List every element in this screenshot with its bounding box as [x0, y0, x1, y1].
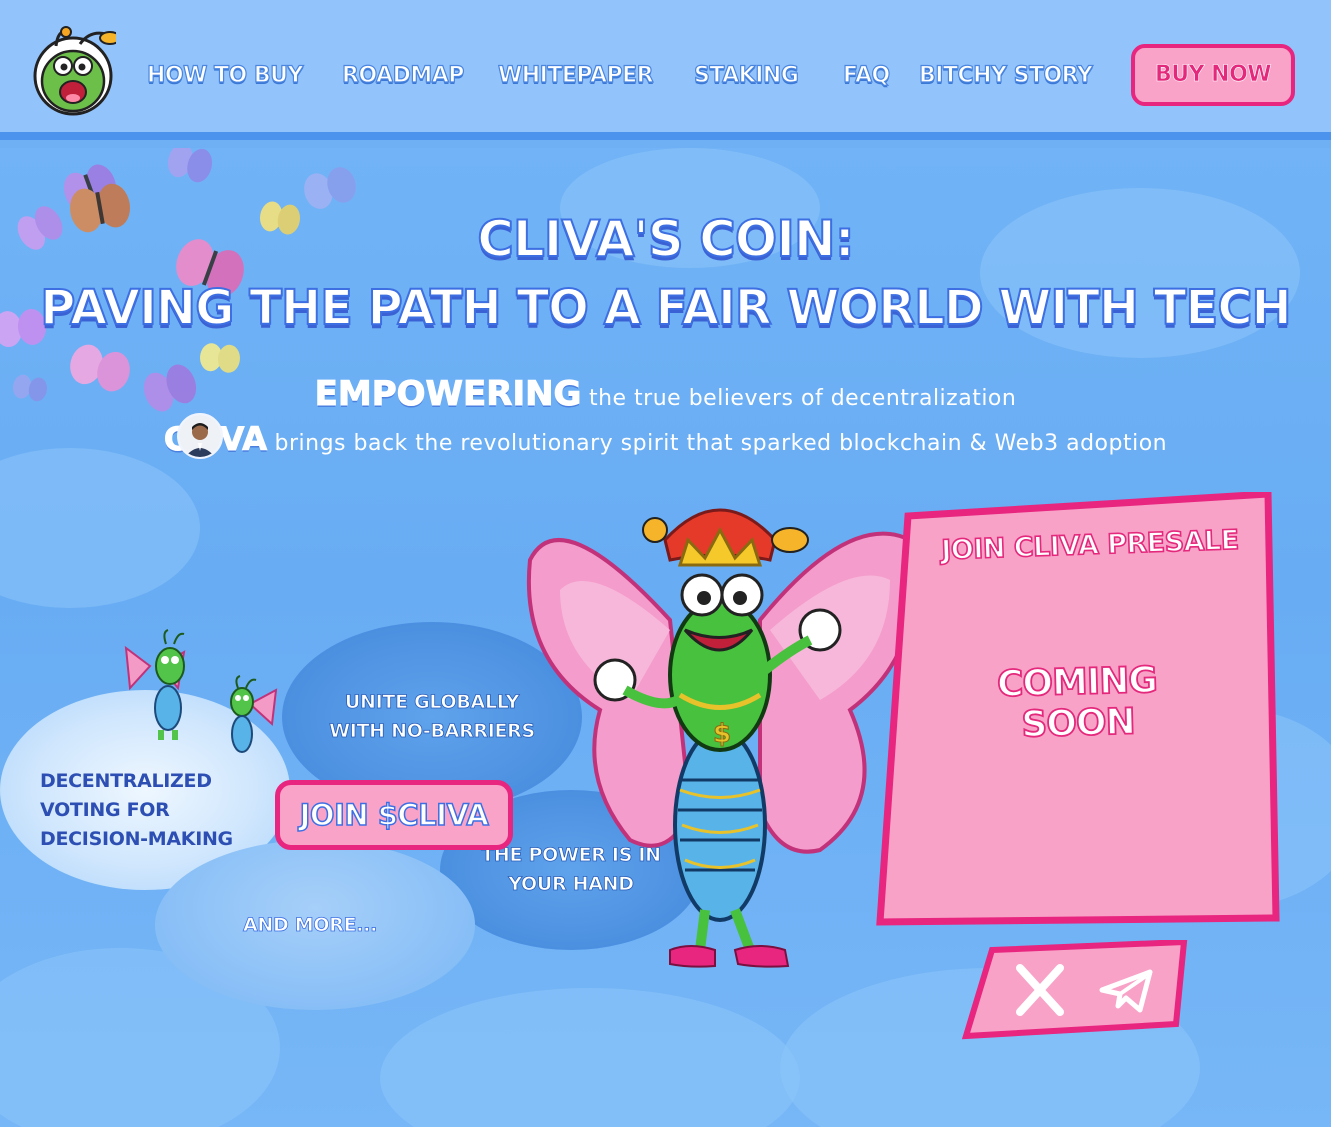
feature-cloud-more: AND MORE...: [155, 840, 475, 1010]
hero-title-line1: CLIVA'S COIN:: [476, 209, 856, 269]
feature-more-text: AND MORE...: [242, 913, 378, 936]
nav-faq[interactable]: FAQ: [842, 60, 890, 92]
tagline-empowering-text: the true believers of decentralization: [581, 386, 1017, 411]
tagline-cliva-text: brings back the revolutionary spirit tha…: [267, 431, 1168, 456]
presale-status: COMING SOON: [996, 659, 1159, 746]
hero-title-line2: PAVING THE PATH TO A FAIR WORLD WITH TEC…: [39, 279, 1292, 337]
svg-text:$: $: [713, 719, 731, 749]
nav-bitchy-story[interactable]: BITCHY STORY: [918, 60, 1093, 92]
telegram-icon[interactable]: [1096, 960, 1156, 1020]
feature-voting-text: DECENTRALIZED VOTING FOR DECISION-MAKING: [40, 769, 233, 850]
tagline-empowering-strong: EMPOWERING: [314, 374, 582, 415]
nav-how-to-buy[interactable]: HOW TO BUY: [146, 60, 304, 92]
background-cloud: [0, 448, 200, 608]
join-cliva-button[interactable]: JOIN $CLIVA: [275, 780, 513, 850]
tagline-empowering: EMPOWERING the true believers of decentr…: [0, 374, 1331, 415]
cliva-butterfly-mascot: $: [526, 508, 916, 968]
buy-now-button[interactable]: BUY NOW: [1131, 44, 1295, 106]
nav-staking[interactable]: STAKING: [693, 60, 799, 92]
cliva-logo[interactable]: [30, 26, 121, 116]
site-header: HOW TO BUY ROADMAP WHITEPAPER STAKING FA…: [0, 0, 1331, 140]
user-avatar[interactable]: [177, 413, 223, 459]
nav-roadmap[interactable]: ROADMAP: [341, 60, 465, 92]
feature-unite-text: UNITE GLOBALLY WITH NO-BARRIERS: [329, 691, 536, 743]
background-cloud: [380, 988, 800, 1127]
nav-whitepaper[interactable]: WHITEPAPER: [497, 60, 654, 92]
mini-bug-mascot: [124, 629, 186, 740]
mini-bug-mascot-small: [230, 675, 278, 753]
x-logo-icon[interactable]: [1010, 960, 1070, 1020]
